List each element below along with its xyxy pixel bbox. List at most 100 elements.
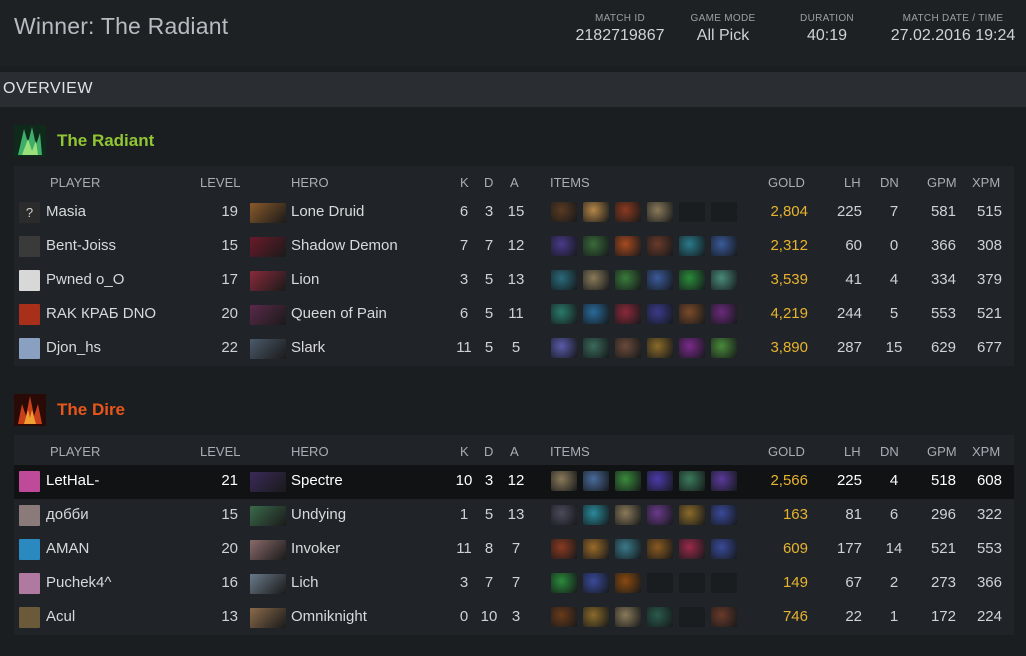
hero-name[interactable]: Omniknight <box>291 608 367 625</box>
item-icon[interactable] <box>679 236 705 256</box>
player-name[interactable]: Acul <box>46 608 75 625</box>
item-icon[interactable] <box>615 539 641 559</box>
player-name[interactable]: Pwned o_O <box>46 271 124 288</box>
item-icon[interactable] <box>615 471 641 491</box>
hero-name[interactable]: Spectre <box>291 472 343 489</box>
item-icon[interactable] <box>551 202 577 222</box>
item-icon[interactable] <box>551 338 577 358</box>
player-name[interactable]: LetHaL- <box>46 472 99 489</box>
item-icon[interactable] <box>615 338 641 358</box>
item-icon[interactable] <box>711 607 737 627</box>
item-icon[interactable] <box>551 573 577 593</box>
player-name[interactable]: добби <box>46 506 89 523</box>
hero-portrait[interactable] <box>250 339 286 359</box>
item-icon[interactable] <box>583 573 609 593</box>
item-icon[interactable] <box>551 304 577 324</box>
flag-avatar[interactable] <box>19 539 40 560</box>
player-name[interactable]: Puchek4^ <box>46 574 111 591</box>
item-icon[interactable] <box>679 304 705 324</box>
player-row[interactable]: Puchek4^ 16 Lich 3 7 7 149 67 2 273 366 <box>14 567 1014 601</box>
item-icon[interactable] <box>647 607 673 627</box>
item-icon[interactable] <box>615 573 641 593</box>
item-icon[interactable] <box>583 304 609 324</box>
hero-portrait[interactable] <box>250 540 286 560</box>
player-row[interactable]: Acul 13 Omniknight 0 10 3 746 22 1 172 224 <box>14 601 1014 635</box>
item-icon[interactable] <box>679 505 705 525</box>
item-icon[interactable] <box>647 471 673 491</box>
item-icon[interactable] <box>583 607 609 627</box>
player-row[interactable]: Pwned o_O 17 Lion 3 5 13 3,539 41 4 334 379 <box>14 264 1014 298</box>
item-icon[interactable] <box>583 505 609 525</box>
item-icon[interactable] <box>551 236 577 256</box>
item-icon[interactable] <box>551 471 577 491</box>
item-icon[interactable] <box>615 236 641 256</box>
hero-name[interactable]: Slark <box>291 339 325 356</box>
suit-avatar[interactable] <box>19 236 40 257</box>
headphones-avatar[interactable] <box>19 471 40 492</box>
hero-name[interactable]: Undying <box>291 506 346 523</box>
item-icon[interactable] <box>711 270 737 290</box>
item-icon[interactable] <box>583 202 609 222</box>
hero-portrait[interactable] <box>250 305 286 325</box>
player-row[interactable]: ? Masia 19 Lone Druid 6 3 15 2,804 225 7 581 515 <box>14 196 1014 230</box>
player-row[interactable]: AMAN 20 Invoker 11 8 7 609 177 14 521 553 <box>14 533 1014 567</box>
item-icon[interactable] <box>711 471 737 491</box>
elf-avatar[interactable] <box>19 505 40 526</box>
hero-portrait[interactable] <box>250 203 286 223</box>
item-icon[interactable] <box>711 236 737 256</box>
overview-tab[interactable]: OVERVIEW <box>0 72 1026 107</box>
hero-portrait[interactable] <box>250 271 286 291</box>
hero-name[interactable]: Lich <box>291 574 319 591</box>
pink-avatar[interactable] <box>19 573 40 594</box>
item-icon[interactable] <box>615 505 641 525</box>
hero-portrait[interactable] <box>250 506 286 526</box>
item-icon[interactable] <box>615 607 641 627</box>
question-mark-avatar[interactable]: ? <box>19 202 40 223</box>
hero-portrait[interactable] <box>250 237 286 257</box>
hero-name[interactable]: Lion <box>291 271 319 288</box>
hero-name[interactable]: Invoker <box>291 540 340 557</box>
item-icon[interactable] <box>583 338 609 358</box>
item-icon[interactable] <box>551 505 577 525</box>
player-row[interactable]: Djon_hs 22 Slark 11 5 5 3,890 287 15 629 677 <box>14 332 1014 366</box>
crab-avatar[interactable] <box>19 304 40 325</box>
hero-portrait[interactable] <box>250 574 286 594</box>
item-icon[interactable] <box>711 539 737 559</box>
player-name[interactable]: AMAN <box>46 540 89 557</box>
player-row[interactable]: Bent-Joiss 15 Shadow Demon 7 7 12 2,312 60 0 366 3… <box>14 230 1014 264</box>
hero-name[interactable]: Shadow Demon <box>291 237 398 254</box>
item-icon[interactable] <box>711 304 737 324</box>
item-icon[interactable] <box>583 471 609 491</box>
player-name[interactable]: RAK КРАБ DNO <box>46 305 156 322</box>
player-row[interactable]: RAK КРАБ DNO 20 Queen of Pain 6 5 11 4,219 244 5… <box>14 298 1014 332</box>
item-icon[interactable] <box>551 539 577 559</box>
item-icon[interactable] <box>647 202 673 222</box>
item-icon[interactable] <box>711 505 737 525</box>
item-icon[interactable] <box>615 304 641 324</box>
hero-name[interactable]: Queen of Pain <box>291 305 387 322</box>
item-icon[interactable] <box>647 270 673 290</box>
player-name[interactable]: Djon_hs <box>46 339 101 356</box>
item-icon[interactable] <box>679 471 705 491</box>
warrior-avatar[interactable] <box>19 607 40 628</box>
item-icon[interactable] <box>583 236 609 256</box>
anime-avatar[interactable] <box>19 338 40 359</box>
item-icon[interactable] <box>679 539 705 559</box>
item-icon[interactable] <box>647 338 673 358</box>
player-row[interactable]: LetHaL- 21 Spectre 10 3 12 2,566 225 4 518 608 <box>14 465 1014 499</box>
item-icon[interactable] <box>647 539 673 559</box>
item-icon[interactable] <box>615 270 641 290</box>
item-icon[interactable] <box>551 607 577 627</box>
item-icon[interactable] <box>615 202 641 222</box>
hero-portrait[interactable] <box>250 608 286 628</box>
item-icon[interactable] <box>551 270 577 290</box>
item-icon[interactable] <box>679 270 705 290</box>
player-row[interactable]: добби 15 Undying 1 5 13 163 81 6 296 322 <box>14 499 1014 533</box>
item-icon[interactable] <box>583 539 609 559</box>
item-icon[interactable] <box>647 304 673 324</box>
item-icon[interactable] <box>647 236 673 256</box>
item-icon[interactable] <box>647 505 673 525</box>
hero-portrait[interactable] <box>250 472 286 492</box>
player-name[interactable]: Bent-Joiss <box>46 237 116 254</box>
player-name[interactable]: Masia <box>46 203 86 220</box>
